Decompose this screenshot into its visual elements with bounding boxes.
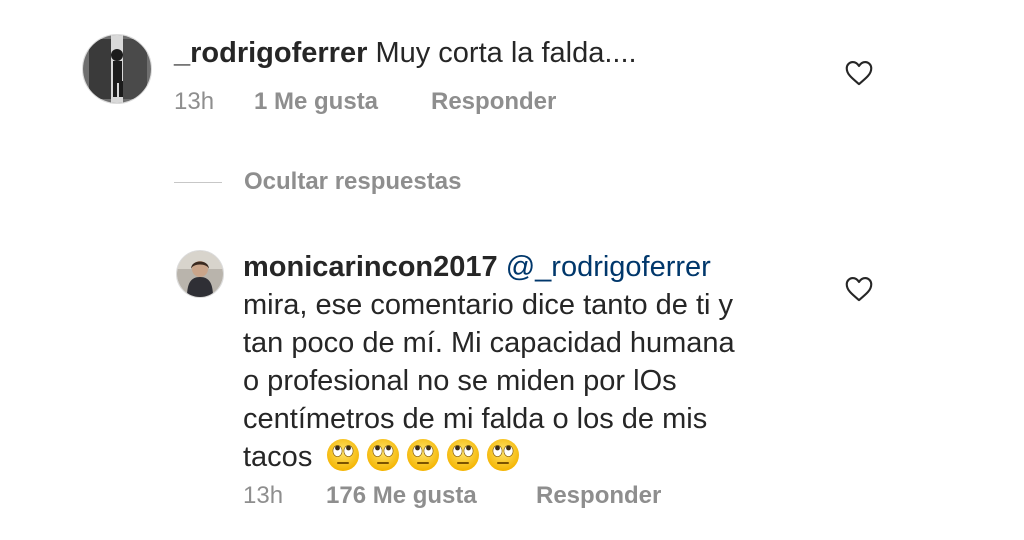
comment-likes-count[interactable]: 1 Me gusta <box>254 88 431 116</box>
reply-mention[interactable]: @_rodrigoferrer <box>506 251 711 283</box>
emoji-row <box>320 438 520 473</box>
hide-replies-label: Ocultar respuestas <box>244 168 462 195</box>
avatar-monicarincon2017[interactable] <box>176 250 224 298</box>
avatar-rodrigoferrer[interactable] <box>82 34 152 104</box>
reply-text-line: tan poco de mí. Mi capacidad humana <box>243 327 735 359</box>
rolling-eyes-emoji-icon <box>366 438 400 472</box>
reply-likes-count[interactable]: 176 Me gusta <box>326 482 536 510</box>
rolling-eyes-emoji-icon <box>446 438 480 472</box>
comment-rodrigoferrer: _rodrigoferrer Muy corta la falda.... <box>174 34 637 72</box>
comment-time[interactable]: 13h <box>174 88 254 116</box>
reply-text-word: tacos <box>243 441 313 473</box>
reply-time[interactable]: 13h <box>243 482 326 510</box>
reply-comment: monicarincon2017 @_rodrigoferrer mira, e… <box>243 248 823 476</box>
reply-text-line: o profesional no se miden por lOs <box>243 365 677 397</box>
comment-meta: 13h 1 Me gusta Responder <box>174 88 556 116</box>
hide-replies-button[interactable]: Ocultar respuestas <box>174 168 461 196</box>
reply-text-line: centímetros de mi falda o los de mis <box>243 403 708 435</box>
reply-text-line-last: tacos <box>243 438 823 476</box>
avatar-photo <box>83 35 151 103</box>
reply-text-line: mira, ese comentario dice tanto de ti y <box>243 289 734 321</box>
comment-text: Muy corta la falda.... <box>375 37 637 69</box>
reply-button[interactable]: Responder <box>431 88 556 116</box>
heart-icon[interactable] <box>845 60 873 86</box>
reply-meta: 13h 176 Me gusta Responder <box>243 482 661 510</box>
rolling-eyes-emoji-icon <box>326 438 360 472</box>
replies-divider <box>174 181 222 183</box>
reply-username[interactable]: monicarincon2017 <box>243 251 498 283</box>
reply-button[interactable]: Responder <box>536 482 661 510</box>
heart-icon[interactable] <box>845 276 873 302</box>
rolling-eyes-emoji-icon <box>406 438 440 472</box>
comments-section: _rodrigoferrer Muy corta la falda.... 13… <box>0 0 1024 540</box>
avatar-photo <box>177 251 223 297</box>
rolling-eyes-emoji-icon <box>486 438 520 472</box>
comment-username[interactable]: _rodrigoferrer <box>174 37 367 69</box>
reply-first-line: monicarincon2017 @_rodrigoferrer <box>243 248 823 286</box>
